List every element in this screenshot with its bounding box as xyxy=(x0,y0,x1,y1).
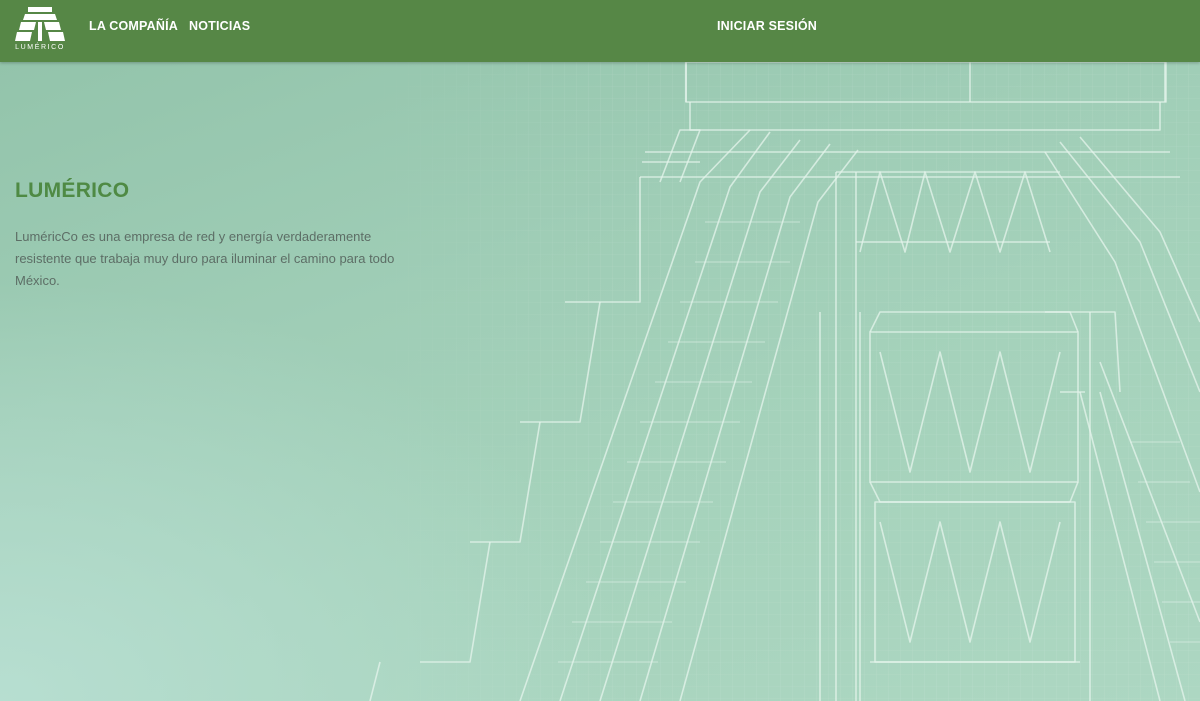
page: LUMÉRICO LA COMPAÑÍA NOTICIAS INICIAR SE… xyxy=(0,0,1200,701)
pyramid-logo-icon xyxy=(15,7,65,41)
nav-link-company[interactable]: LA COMPAÑÍA xyxy=(89,19,178,33)
nav-link-news[interactable]: NOTICIAS xyxy=(189,19,250,33)
nav-link-login[interactable]: INICIAR SESIÓN xyxy=(717,19,817,33)
hero-description: LuméricCo es una empresa de red y energí… xyxy=(15,229,395,288)
logo-wordmark: LUMÉRICO xyxy=(15,44,65,51)
hero-title: LUMÉRICO xyxy=(15,179,130,202)
pyramid-blueprint-illustration xyxy=(0,62,1200,701)
top-navigation-bar: LUMÉRICO LA COMPAÑÍA NOTICIAS INICIAR SE… xyxy=(0,0,1200,62)
hero-section: LUMÉRICO LuméricCo es una empresa de red… xyxy=(0,62,1200,701)
lumerico-logo[interactable]: LUMÉRICO xyxy=(13,5,67,55)
